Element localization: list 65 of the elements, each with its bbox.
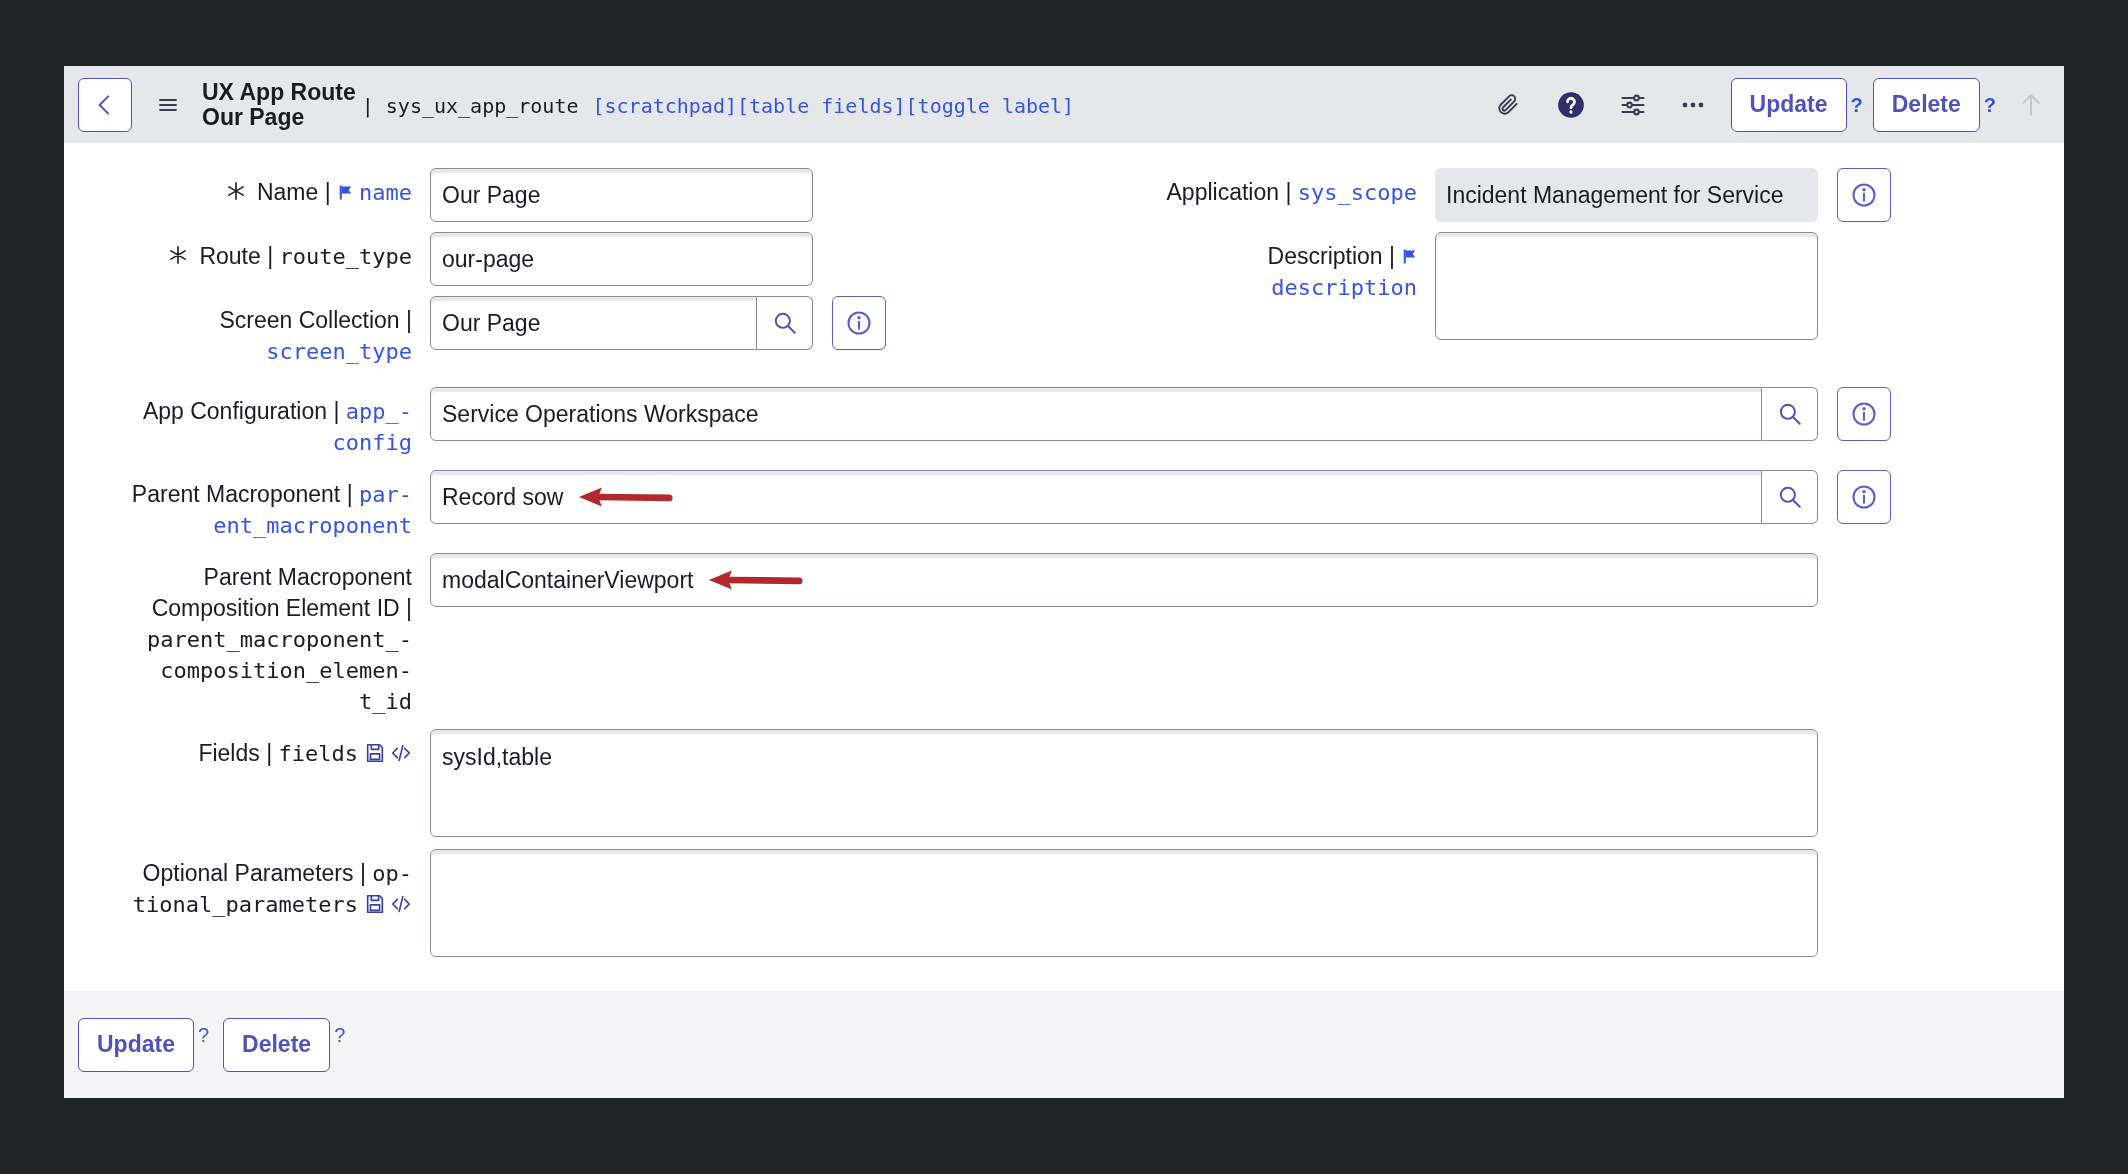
field-label: Description |	[1267, 243, 1395, 269]
field-label: Parent Macroponent Composition Element ID |	[151, 564, 412, 621]
reference-field[interactable]: Our Page	[430, 296, 757, 350]
more-icon[interactable]	[1680, 100, 1705, 109]
code-icon	[390, 893, 412, 915]
back-button[interactable]	[78, 77, 132, 132]
info-icon	[845, 309, 873, 337]
field-label: App Configuration |	[142, 398, 340, 424]
record-title: UX App Route Our Page	[202, 79, 356, 130]
action-button[interactable]: Update	[1730, 77, 1847, 132]
text-area[interactable]: sysId,table	[430, 729, 1818, 837]
info-button[interactable]	[832, 296, 886, 350]
info-icon	[1850, 400, 1878, 428]
field-name-link[interactable]: sys_scope	[1297, 180, 1417, 205]
help-link[interactable]: ?	[1846, 89, 1867, 120]
field-name-link[interactable]: name	[359, 180, 412, 205]
text-field[interactable]: modalContainerViewport	[430, 553, 1818, 607]
info-icon	[1850, 181, 1878, 209]
table-name: | sys_ux_app_route	[361, 92, 579, 120]
field-name-link[interactable]: app_-	[345, 399, 412, 424]
field-label: Optional Parameters |	[142, 860, 366, 886]
field-label: Fields |	[198, 740, 273, 766]
field-name-link[interactable]: screen_type	[266, 339, 412, 364]
info-button[interactable]	[1837, 168, 1891, 222]
field-name-link[interactable]: par-	[359, 482, 412, 507]
info-icon	[1850, 483, 1878, 511]
search-button[interactable]	[1762, 470, 1818, 524]
text-field[interactable]: our-page	[430, 232, 813, 286]
field-label: Parent Macroponent |	[131, 481, 353, 507]
info-button[interactable]	[1837, 387, 1891, 441]
info-button[interactable]	[1837, 470, 1891, 524]
search-button[interactable]	[757, 296, 813, 350]
field-name-link[interactable]: ent_macroponent	[213, 513, 412, 538]
field-label: Application |	[1166, 179, 1292, 205]
field-name: op-	[372, 861, 412, 886]
read-only-field: Incident Management for Service	[1435, 168, 1818, 222]
field-label: Route |	[199, 243, 274, 269]
header-link[interactable]: [toggle label]	[905, 90, 1075, 121]
help-icon[interactable]	[1556, 90, 1585, 119]
code-icon	[390, 742, 412, 764]
field-name-link[interactable]: description	[1271, 275, 1417, 300]
help-link[interactable]: ?	[330, 1017, 350, 1052]
action-button[interactable]: Delete	[1872, 77, 1980, 132]
help-link[interactable]: ?	[1979, 89, 2000, 120]
field-name: route_type	[279, 244, 412, 269]
help-link[interactable]: ?	[193, 1017, 214, 1052]
reference-field[interactable]: Record sow	[430, 470, 1762, 524]
header-link[interactable]: [scratchpad]	[592, 90, 737, 121]
save-icon	[364, 742, 386, 764]
field-name: parent_macroponent_-	[147, 627, 412, 652]
field-name-link[interactable]: config	[332, 430, 412, 455]
header-link[interactable]: [table fields]	[737, 90, 906, 121]
search-button[interactable]	[1762, 387, 1818, 441]
field-label: Name |	[256, 179, 331, 205]
action-button[interactable]: Delete	[223, 1017, 331, 1072]
text-area[interactable]	[1435, 232, 1818, 340]
save-icon	[364, 893, 386, 915]
text-field[interactable]: Our Page	[430, 168, 813, 222]
reference-field[interactable]: Service Operations Workspace	[430, 387, 1762, 441]
field-name: composition_elemen-	[160, 658, 412, 683]
field-label: Screen Collection |	[219, 307, 412, 333]
field-name: fields	[278, 741, 358, 766]
field-name: tional_parameters	[132, 892, 358, 917]
field-name: t_id	[359, 689, 412, 714]
action-button[interactable]: Update	[78, 1017, 194, 1072]
